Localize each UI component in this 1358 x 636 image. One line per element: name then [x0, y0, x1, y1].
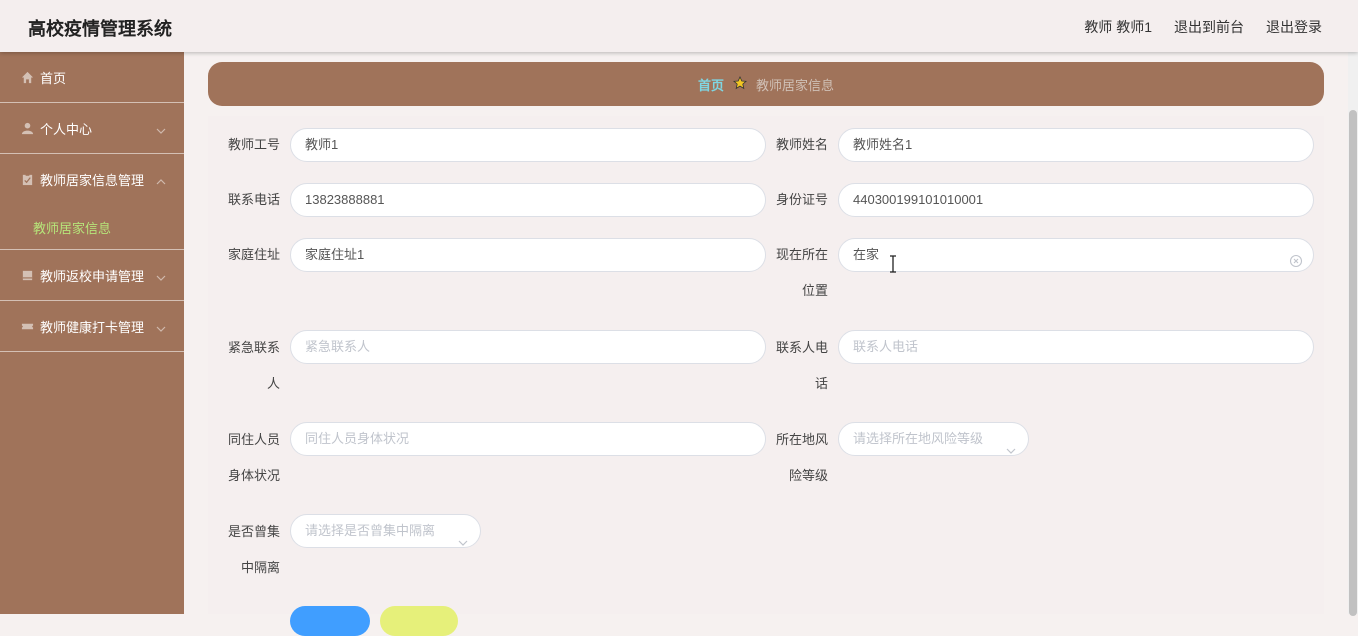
sidebar-item-label: 教师居家信息管理 [40, 173, 145, 188]
sidebar-item-home-info-mgmt[interactable]: 教师居家信息管理 [0, 154, 184, 205]
address-label: 家庭住址 [227, 247, 280, 262]
teacher-id-label: 教师工号 [227, 137, 280, 152]
star-icon [733, 75, 747, 93]
location-label-line1: 现在所在 [775, 247, 828, 262]
clipboard-icon [20, 173, 34, 187]
teacher-name-input[interactable]: 教师姓名1 [838, 128, 1314, 162]
sidebar-group-home-info: 教师居家信息管理 教师居家信息 [0, 154, 184, 250]
reset-button[interactable] [380, 606, 458, 636]
risk-level-label-line1: 所在地风 [775, 432, 828, 447]
location-label-line2: 位置 [801, 283, 828, 298]
book-icon [20, 268, 34, 282]
breadcrumb-home-link[interactable]: 首页 [698, 75, 724, 94]
app-title: 高校疫情管理系统 [28, 19, 172, 39]
risk-level-select[interactable]: 请选择所在地风险等级 [838, 422, 1029, 456]
breadcrumb: 首页 教师居家信息 [208, 62, 1324, 106]
risk-level-label-line2: 险等级 [788, 468, 828, 483]
sidebar-item-label: 个人中心 [40, 121, 93, 137]
quarantine-label-line1: 是否曾集 [227, 524, 280, 539]
sidebar-item-label: 教师健康打卡管理 [40, 319, 145, 335]
chevron-down-icon [156, 269, 166, 284]
sidebar-item-label: 教师返校申请管理 [40, 268, 145, 284]
scrollbar-thumb[interactable] [1349, 110, 1357, 616]
page-scrollbar[interactable] [1348, 52, 1358, 616]
sidebar-item-return-application[interactable]: 教师返校申请管理 [0, 250, 184, 301]
contact-phone-input[interactable]: 联系人电话 [838, 330, 1314, 364]
location-value: 在家 [853, 247, 880, 262]
sidebar: 首页 个人中心 教师居家信息管理 教师居家信息 教师返校申请管理 教师健康打卡管… [0, 52, 184, 614]
sidebar-item-home[interactable]: 首页 [0, 52, 184, 103]
top-header: 高校疫情管理系统 教师 教师1 退出到前台 退出登录 [0, 0, 1358, 52]
phone-input[interactable]: 13823888881 [290, 183, 766, 217]
header-actions: 教师 教师1 退出到前台 退出登录 [1084, 17, 1322, 37]
clear-icon[interactable] [1289, 248, 1303, 280]
user-icon [20, 121, 34, 135]
chevron-up-icon [156, 173, 166, 188]
emergency-contact-label-line2: 人 [266, 376, 280, 391]
emergency-contact-input[interactable]: 紧急联系人 [290, 330, 766, 364]
submit-button[interactable] [290, 606, 370, 636]
home-icon [20, 70, 34, 84]
cohabitant-health-label-line2: 身体状况 [227, 468, 280, 483]
ticket-icon [20, 319, 34, 333]
risk-level-placeholder: 请选择所在地风险等级 [853, 431, 984, 446]
logout-link[interactable]: 退出登录 [1266, 17, 1322, 37]
text-cursor-icon [888, 255, 898, 278]
quarantine-select[interactable]: 请选择是否曾集中隔离 [290, 514, 481, 548]
cohabitant-health-input[interactable]: 同住人员身体状况 [290, 422, 766, 456]
chevron-down-icon [458, 526, 468, 558]
contact-phone-label-line2: 话 [814, 376, 828, 391]
sidebar-subitem-home-info[interactable]: 教师居家信息 [0, 205, 184, 249]
sidebar-item-personal-center[interactable]: 个人中心 [0, 103, 184, 154]
breadcrumb-current: 教师居家信息 [756, 77, 835, 93]
quarantine-label-line2: 中隔离 [240, 560, 280, 575]
teacher-name-label: 教师姓名 [775, 137, 828, 152]
teacher-id-input[interactable]: 教师1 [290, 128, 766, 162]
quarantine-placeholder: 请选择是否曾集中隔离 [305, 523, 436, 538]
location-input[interactable]: 在家 [838, 238, 1314, 272]
address-input[interactable]: 家庭住址1 [290, 238, 766, 272]
current-user: 教师 教师1 [1084, 19, 1152, 35]
chevron-down-icon [156, 122, 166, 137]
id-number-label: 身份证号 [775, 192, 828, 207]
cohabitant-health-label-line1: 同住人员 [227, 432, 280, 447]
id-number-input[interactable]: 440300199101010001 [838, 183, 1314, 217]
back-to-front-link[interactable]: 退出到前台 [1174, 17, 1244, 37]
contact-phone-label-line1: 联系人电 [775, 340, 828, 355]
sidebar-item-health-checkin[interactable]: 教师健康打卡管理 [0, 301, 184, 352]
emergency-contact-label-line1: 紧急联系 [227, 340, 280, 355]
chevron-down-icon [1006, 434, 1016, 466]
phone-label: 联系电话 [227, 192, 280, 207]
sidebar-item-label: 首页 [40, 70, 67, 86]
chevron-down-icon [156, 320, 166, 335]
